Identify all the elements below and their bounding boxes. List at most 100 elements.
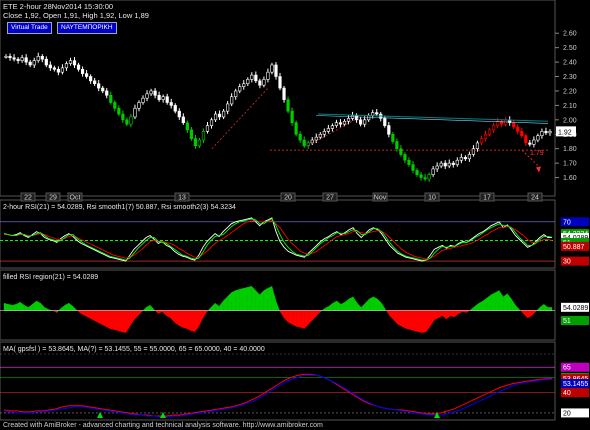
price-candle-body	[419, 174, 423, 178]
price-candle-body	[173, 105, 177, 112]
price-candle-body	[85, 73, 89, 77]
filled-rsi-segment	[413, 310, 419, 332]
price-candle-body	[76, 64, 81, 70]
filled-rsi-segment	[101, 310, 106, 327]
price-candle-body	[93, 80, 97, 85]
price-candle-body	[290, 110, 294, 124]
chart-title: ETE 2-hour 28Nov2014 15:30:00	[3, 2, 113, 11]
price-tick-label: 1.70	[563, 161, 577, 168]
nautemporiki-button[interactable]: ΝΑΥΤΕΜΠΟΡΙΚΗ	[57, 22, 117, 34]
price-candle-body	[16, 58, 20, 61]
price-candle-body	[314, 136, 318, 141]
ma-value-label: 40	[563, 390, 571, 397]
ma-value-label: 53.1455	[563, 381, 588, 388]
price-candle-body	[246, 79, 250, 85]
price-candle-body	[512, 122, 516, 128]
price-candle-body	[44, 58, 48, 66]
ohlc-readout: Close 1,92, Open 1,91, High 1,92, Low 1,…	[3, 11, 149, 20]
filled-rsi-segment	[348, 296, 354, 311]
filled-rsi-segment	[373, 296, 378, 311]
price-candle-body	[524, 135, 528, 144]
price-candle-body	[371, 112, 375, 116]
price-candle-body	[165, 96, 169, 103]
rsi-value-label: 50.887	[563, 244, 585, 251]
filled-rsi-segment	[11, 304, 17, 311]
x-tick-label: 20	[284, 195, 292, 202]
price-candle-body	[234, 90, 238, 98]
rsi-axis: 7054.323454.02895150.88730	[561, 217, 589, 266]
price-candle-body	[463, 157, 467, 160]
chart-canvas: 1.79 2.602.502.402.302.202.102.001.901.8…	[0, 0, 589, 429]
price-candle-body	[359, 119, 363, 125]
price-candle-body	[113, 102, 117, 109]
virtual-trade-button[interactable]: Virtual Trade	[7, 22, 52, 34]
filled-rsi-segment	[109, 310, 114, 330]
filled-rsi-segment	[296, 310, 301, 328]
price-candle-body	[520, 131, 524, 137]
price-tick-label: 2.60	[563, 31, 577, 38]
price-candle-body	[459, 157, 463, 161]
price-candle-body	[222, 110, 226, 118]
filled-rsi-title: filled RSI region(21) = 54.0289	[3, 274, 98, 281]
price-candle-body	[491, 125, 496, 131]
price-candle-body	[117, 107, 121, 115]
filled-rsi-segment	[105, 310, 110, 329]
price-candle-body	[161, 96, 165, 100]
price-candle-body	[536, 135, 540, 141]
filled-rsi-segment	[263, 288, 269, 311]
price-candle-body	[153, 90, 157, 96]
filled-rsi-axis: 54.0289 51	[561, 302, 589, 326]
filled-rsi-segment	[287, 310, 293, 325]
price-candle-body	[141, 97, 145, 103]
price-candle-body	[471, 148, 476, 155]
price-candle-body	[342, 120, 347, 125]
filled-rsi-segment	[243, 287, 248, 311]
filled-rsi-segment	[547, 307, 553, 311]
price-candle-body	[157, 94, 161, 100]
ma-value-label: 20	[563, 410, 571, 417]
price-candle-body	[36, 56, 40, 61]
filled-rsi-segment	[190, 310, 195, 332]
price-candle-body	[230, 96, 234, 105]
filled-rsi-segment	[186, 310, 191, 331]
price-candle-body	[105, 90, 109, 96]
price-candle-body	[326, 128, 330, 132]
x-tick-label: Nov	[374, 195, 387, 202]
price-candle-body	[274, 64, 278, 77]
price-candle-body	[177, 110, 181, 118]
price-candle-body	[298, 133, 302, 141]
ma-axis: 655553.864553.14554020	[561, 362, 589, 418]
filled-rsi-segment	[117, 310, 122, 332]
filled-rsi-segment	[97, 310, 102, 325]
price-candle-body	[258, 80, 262, 86]
price-candle-body	[101, 87, 105, 92]
price-tick-label: 2.50	[563, 45, 577, 52]
price-candle-body	[363, 119, 367, 125]
price-candle-body	[20, 57, 24, 61]
price-candle-body	[330, 125, 334, 129]
price-candle-body	[193, 138, 197, 147]
price-candle-body	[48, 64, 52, 69]
price-candle-body	[487, 129, 492, 135]
price-candle-body	[451, 162, 455, 165]
price-candle-body	[125, 119, 129, 125]
filled-rsi-segment	[182, 310, 187, 329]
price-candle-body	[89, 76, 93, 82]
filled-rsi-segment	[495, 290, 500, 311]
price-candle-body	[338, 122, 343, 125]
price-candle-body	[375, 112, 379, 115]
price-candle-body	[395, 141, 399, 149]
price-candle-body	[133, 107, 137, 118]
ma-panel	[0, 341, 556, 421]
price-tick-label: 1.60	[563, 175, 577, 182]
price-candle-body	[217, 113, 222, 118]
price-candle-body	[12, 57, 16, 60]
price-candle-body	[97, 83, 101, 89]
price-axis: 2.602.502.402.302.202.102.001.901.801.70…	[555, 31, 577, 182]
filled-rsi-segment	[178, 310, 183, 328]
price-candle-body	[52, 67, 56, 70]
filled-rsi-segment	[231, 290, 236, 311]
price-candle-body	[387, 125, 391, 135]
price-candle-body	[399, 148, 403, 155]
price-candle-body	[354, 115, 359, 121]
